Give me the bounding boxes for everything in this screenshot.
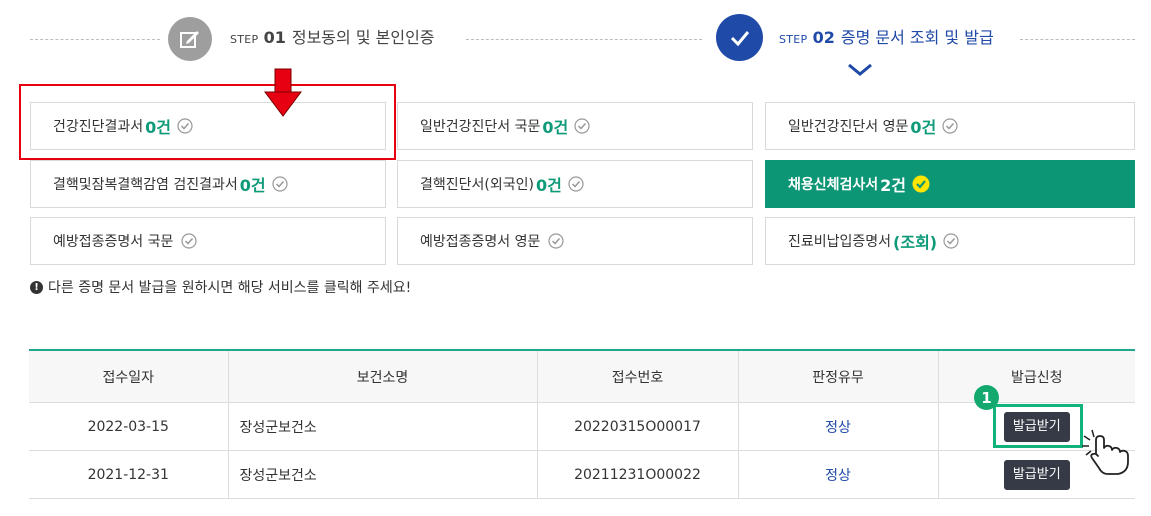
check-circle-icon (181, 233, 197, 249)
step-divider-left (30, 39, 160, 40)
col-receipt: 접수번호 (536, 350, 738, 403)
table-row: 2021-12-31 장성군보건소 20211231O00022 정상 발급받기 (29, 450, 1135, 499)
card-vaccination-kr[interactable]: 예방접종증명서 국문 (30, 217, 386, 265)
highlight-box-red (19, 84, 396, 160)
card-general-en[interactable]: 일반건강진단서 영문 0건 (765, 102, 1135, 150)
check-circle-icon (574, 118, 590, 134)
step2-label: STEP 02 증명 문서 조회 및 발급 (779, 28, 994, 47)
step1-circle (168, 17, 212, 61)
step2-circle (716, 14, 763, 61)
step1-label: STEP 01 정보동의 및 본인인증 (230, 28, 435, 47)
issue-button[interactable]: 발급받기 (1003, 459, 1070, 490)
highlight-box-green (993, 404, 1083, 448)
col-date: 접수일자 (29, 350, 228, 403)
card-vaccination-en[interactable]: 예방접종증명서 영문 (397, 217, 753, 265)
card-medical-payment[interactable]: 진료비납입증명서 (조회) (765, 217, 1135, 265)
result-table: 접수일자 보건소명 접수번호 판정유무 발급신청 2022-03-15 장성군보… (29, 349, 1135, 499)
pencil-icon (180, 31, 199, 48)
step-number-badge: 1 (974, 385, 999, 410)
check-circle-icon (548, 233, 564, 249)
card-tb-foreigner[interactable]: 결핵진단서(외국인) 0건 (397, 160, 753, 208)
check-circle-icon (943, 233, 959, 249)
card-tb-latent[interactable]: 결핵및잠복결핵감염 검진결과서 0건 (30, 160, 386, 208)
exclamation-icon: ! (30, 280, 43, 294)
arrow-down-icon (264, 68, 302, 117)
pointer-hand-icon (1082, 429, 1129, 475)
check-circle-icon (942, 118, 958, 134)
col-center: 보건소명 (227, 350, 537, 403)
table-header-row: 접수일자 보건소명 접수번호 판정유무 발급신청 (29, 350, 1135, 403)
col-issue: 발급신청 (937, 350, 1135, 403)
step-divider-middle (466, 39, 702, 40)
notice-text: ! 다른 증명 문서 발급을 원하시면 해당 서비스를 클릭해 주세요! (30, 277, 411, 297)
card-employment-exam[interactable]: 채용신체검사서 2건 (765, 160, 1135, 208)
table-row: 2022-03-15 장성군보건소 20220315O00017 정상 발급받기 (29, 402, 1135, 451)
check-icon (730, 30, 749, 46)
chevron-down-icon (848, 64, 872, 76)
col-result: 판정유무 (737, 350, 938, 403)
check-circle-icon (912, 175, 930, 193)
step-divider-right (1020, 39, 1135, 40)
check-circle-icon (568, 176, 584, 192)
card-general-kr[interactable]: 일반건강진단서 국문 0건 (397, 102, 753, 150)
check-circle-icon (272, 176, 288, 192)
